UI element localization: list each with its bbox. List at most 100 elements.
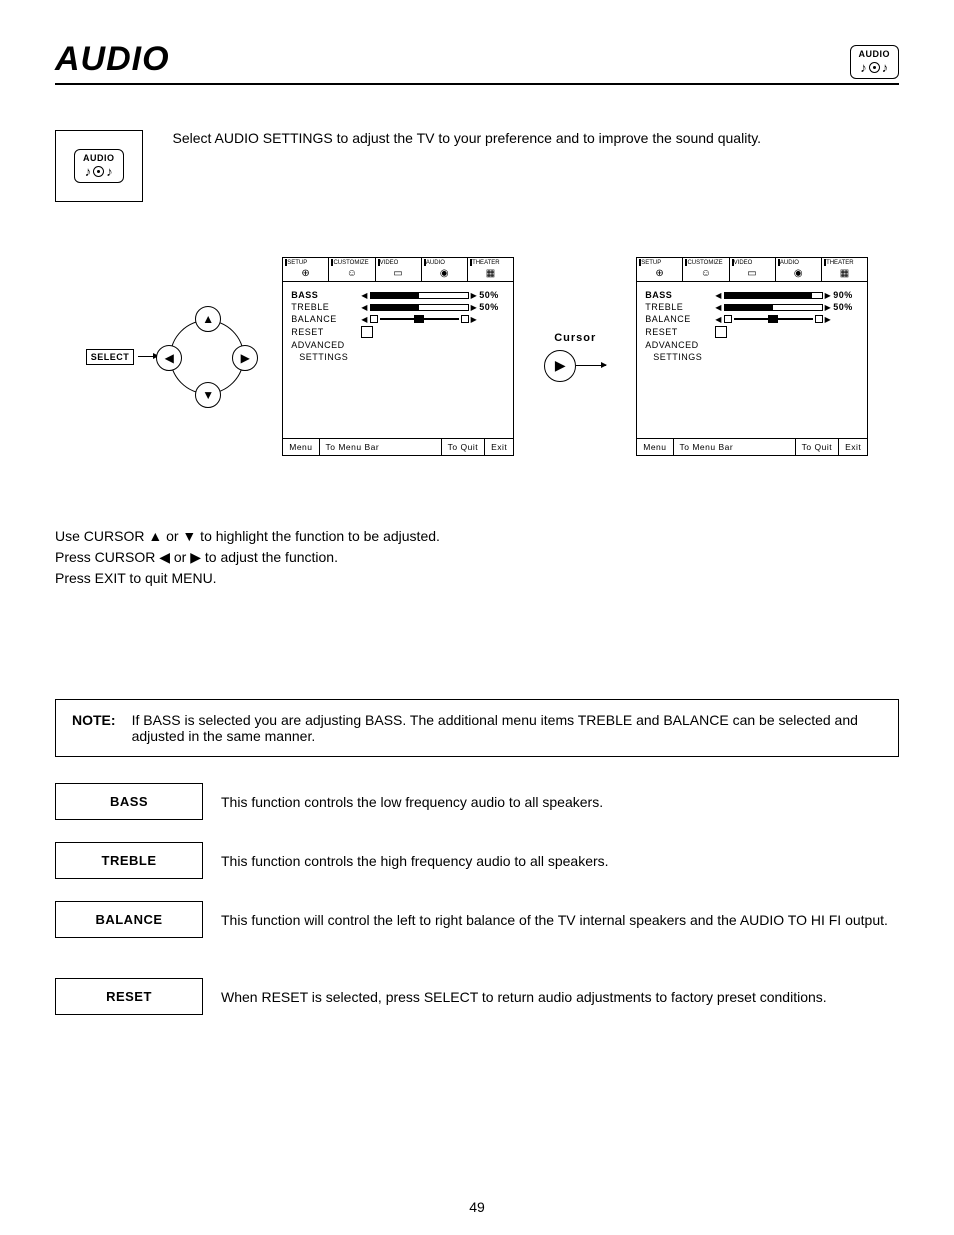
osd-row-label: ADVANCED: [291, 340, 361, 350]
osd-row-settings: SETTINGS: [291, 352, 505, 362]
osd-tab-label: AUDIO: [776, 260, 821, 266]
diagram: SELECT ▲ ▼ ◀ ▶ SETUP ⊕ CUSTOMIZE ☺ VIDEO…: [55, 257, 899, 456]
osd-row-label: BASS: [291, 290, 361, 300]
slider[interactable]: ◀ ▶ 50%: [361, 290, 505, 300]
definition-row: RESET When RESET is selected, press SELE…: [55, 978, 899, 1015]
cursor-right-button[interactable]: ▶: [544, 350, 576, 382]
definitions: BASS This function controls the low freq…: [55, 783, 899, 1015]
instruction-line: Use CURSOR ▲ or ▼ to highlight the funct…: [55, 526, 899, 547]
page-title: AUDIO: [55, 40, 170, 79]
definition-label-reset: RESET: [55, 978, 203, 1015]
osd-row-treble: TREBLE ◀ ▶ 50%: [291, 302, 505, 312]
note-box: NOTE: If BASS is selected you are adjust…: [55, 699, 899, 757]
osd-tab-label: SETUP: [637, 260, 682, 266]
osd-tab-setup[interactable]: SETUP ⊕: [283, 258, 329, 281]
osd-tab-label: SETUP: [283, 260, 328, 266]
definition-label-treble: TREBLE: [55, 842, 203, 879]
instructions: Use CURSOR ▲ or ▼ to highlight the funct…: [55, 526, 899, 589]
osd-row-treble: TREBLE ◀ ▶ 50%: [645, 302, 859, 312]
header-row: AUDIO AUDIO ♪♪: [55, 40, 899, 79]
arrow-right-icon: [138, 356, 158, 357]
slider[interactable]: ◀ ▶ 90%: [715, 290, 859, 300]
audio-chip-large-label: AUDIO: [83, 154, 115, 163]
intro-text: Select AUDIO SETTINGS to adjust the TV t…: [173, 130, 762, 146]
osd-row-label: TREBLE: [645, 302, 715, 312]
page-number: 49: [0, 1199, 954, 1215]
osd-row-balance: BALANCE ◀ ▶: [291, 314, 505, 324]
osd-footer-menu[interactable]: Menu: [637, 439, 673, 455]
osd-body: BASS ◀ ▶ 90% TREBLE ◀ ▶ 50% BALANCE ◀ ▶ …: [637, 282, 867, 438]
note-text: If BASS is selected you are adjusting BA…: [132, 712, 882, 744]
definition-text: When RESET is selected, press SELECT to …: [221, 989, 899, 1005]
setup-icon: ⊕: [301, 268, 310, 279]
audio-chip-large: AUDIO ♪♪: [74, 149, 124, 183]
osd-tab-label: THEATER: [468, 260, 513, 266]
osd-footer-exit[interactable]: Exit: [839, 439, 867, 455]
osd-tab-customize[interactable]: CUSTOMIZE ☺: [683, 258, 729, 281]
osd-tabs: SETUP ⊕ CUSTOMIZE ☺ VIDEO ▭ AUDIO ◉ THEA…: [637, 258, 867, 282]
osd-screen-left: SETUP ⊕ CUSTOMIZE ☺ VIDEO ▭ AUDIO ◉ THEA…: [282, 257, 514, 456]
remote-control: SELECT ▲ ▼ ◀ ▶: [86, 312, 253, 402]
osd-row-label: BALANCE: [645, 314, 715, 324]
definition-label-bass: BASS: [55, 783, 203, 820]
dpad-left[interactable]: ◀: [156, 345, 182, 371]
dpad: ▲ ▼ ◀ ▶: [162, 312, 252, 402]
arrow-right-icon: [576, 365, 606, 366]
dpad-down[interactable]: ▼: [195, 382, 221, 408]
osd-row-label: BASS: [645, 290, 715, 300]
definition-label-balance: BALANCE: [55, 901, 203, 938]
osd-tab-video[interactable]: VIDEO ▭: [376, 258, 422, 281]
dpad-right[interactable]: ▶: [232, 345, 258, 371]
reset-checkbox[interactable]: [715, 326, 727, 338]
osd-footer: Menu To Menu Bar To Quit Exit: [283, 438, 513, 455]
osd-row-bass: BASS ◀ ▶ 50%: [291, 290, 505, 300]
osd-tab-audio[interactable]: AUDIO ◉: [422, 258, 468, 281]
osd-tab-audio[interactable]: AUDIO ◉: [776, 258, 822, 281]
osd-footer-menu[interactable]: Menu: [283, 439, 319, 455]
audio-icon: ◉: [794, 268, 803, 279]
note-label: NOTE:: [72, 712, 116, 744]
theater-icon: ▦: [486, 268, 496, 279]
osd-row-label: SETTINGS: [645, 352, 723, 362]
balance-slider[interactable]: ◀ ▶: [361, 315, 505, 324]
audio-icon: ♪♪: [860, 61, 888, 74]
osd-footer-mid: To Menu Bar: [320, 439, 386, 455]
definition-row: BALANCE This function will control the l…: [55, 901, 899, 938]
intro-row: AUDIO ♪♪ Select AUDIO SETTINGS to adjust…: [55, 130, 899, 202]
osd-tab-label: THEATER: [822, 260, 867, 266]
osd-tab-setup[interactable]: SETUP ⊕: [637, 258, 683, 281]
definition-text: This function will control the left to r…: [221, 912, 899, 928]
osd-footer-exit[interactable]: Exit: [485, 439, 513, 455]
balance-slider[interactable]: ◀ ▶: [715, 315, 859, 324]
definition-row: TREBLE This function controls the high f…: [55, 842, 899, 879]
audio-chip-box: AUDIO ♪♪: [55, 130, 143, 202]
osd-tab-video[interactable]: VIDEO ▭: [730, 258, 776, 281]
osd-tab-theater[interactable]: THEATER ▦: [822, 258, 867, 281]
osd-footer-quit: To Quit: [795, 439, 839, 455]
osd-tab-customize[interactable]: CUSTOMIZE ☺: [329, 258, 375, 281]
osd-row-balance: BALANCE ◀ ▶: [645, 314, 859, 324]
instruction-line: Press CURSOR ◀ or ▶ to adjust the functi…: [55, 547, 899, 568]
osd-row-bass: BASS ◀ ▶ 90%: [645, 290, 859, 300]
definition-text: This function controls the high frequenc…: [221, 853, 899, 869]
osd-row-label: SETTINGS: [291, 352, 369, 362]
cursor-indicator: Cursor ▶: [544, 332, 606, 382]
definition-text: This function controls the low frequency…: [221, 794, 899, 810]
audio-icon: ♪♪: [85, 165, 113, 178]
slider[interactable]: ◀ ▶ 50%: [361, 302, 505, 312]
osd-tabs: SETUP ⊕ CUSTOMIZE ☺ VIDEO ▭ AUDIO ◉ THEA…: [283, 258, 513, 282]
dpad-up[interactable]: ▲: [195, 306, 221, 332]
slider[interactable]: ◀ ▶ 50%: [715, 302, 859, 312]
page: AUDIO AUDIO ♪♪ AUDIO ♪♪ Select AUDIO SET…: [0, 0, 954, 1235]
reset-checkbox[interactable]: [361, 326, 373, 338]
osd-footer-quit: To Quit: [441, 439, 485, 455]
osd-row-label: BALANCE: [291, 314, 361, 324]
osd-tab-theater[interactable]: THEATER ▦: [468, 258, 513, 281]
audio-chip-label: AUDIO: [859, 50, 891, 59]
osd-row-reset: RESET: [291, 326, 505, 338]
audio-icon: ◉: [440, 268, 449, 279]
osd-row-label: RESET: [645, 327, 715, 337]
osd-row-label: RESET: [291, 327, 361, 337]
cursor-label: Cursor: [554, 332, 596, 344]
osd-row-settings: SETTINGS: [645, 352, 859, 362]
